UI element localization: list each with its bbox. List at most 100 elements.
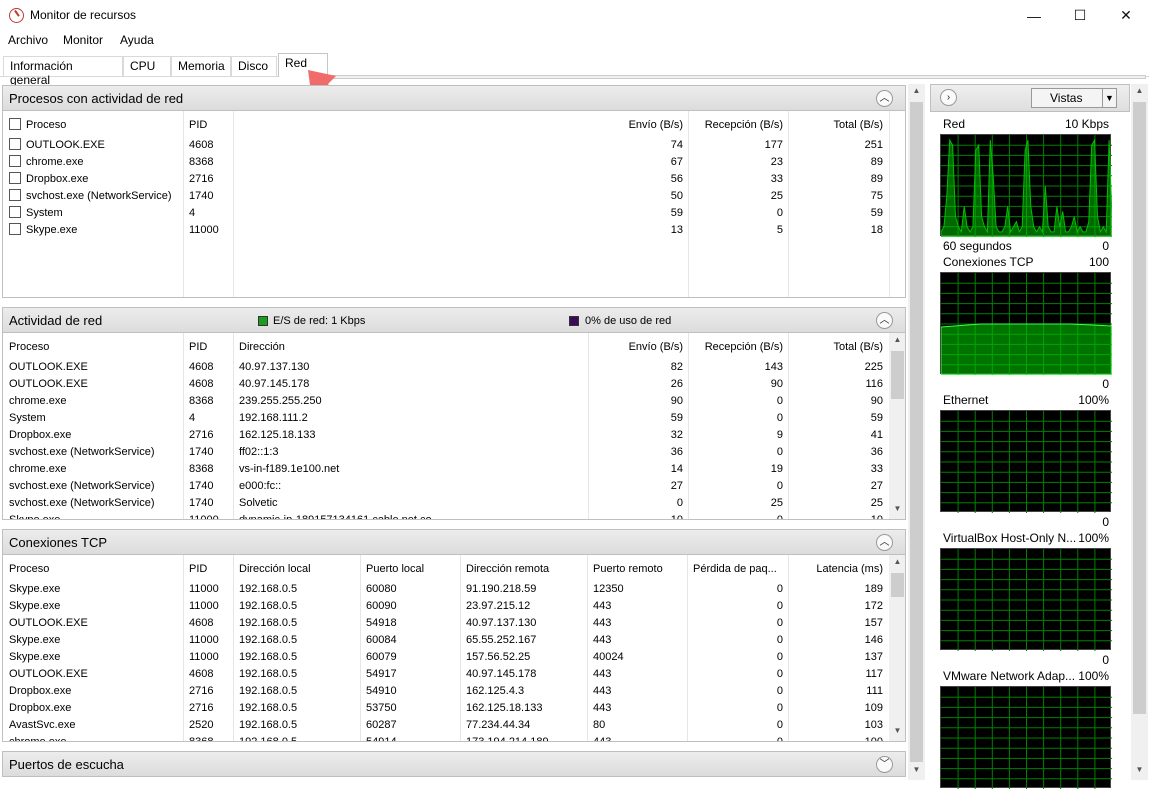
row-checkbox[interactable] <box>9 206 21 218</box>
scroll-up-icon[interactable]: ▲ <box>889 557 905 571</box>
graph-svg <box>941 687 1112 789</box>
graph-min-label: 0 <box>1102 239 1109 253</box>
col-header-envio[interactable]: Envío (B/s) <box>583 341 683 353</box>
tab-informacion-general[interactable]: Información general <box>3 56 123 87</box>
col-header-envio[interactable]: Envío (B/s) <box>583 119 683 131</box>
cell-recepcion: 23 <box>770 156 783 168</box>
col-header-proceso[interactable]: Proceso <box>9 563 49 575</box>
cell-envio: 0 <box>676 497 683 509</box>
col-header-proceso[interactable]: Proceso <box>9 341 49 353</box>
cell-proceso: chrome.exe <box>9 463 67 475</box>
cell-recepcion: 0 <box>776 514 783 520</box>
col-header-direccion-local[interactable]: Dirección local <box>239 563 311 575</box>
menu-archivo[interactable]: Archivo <box>8 33 48 47</box>
col-header-pid[interactable]: PID <box>189 341 207 353</box>
cell-direccion-remota: 91.190.218.59 <box>466 583 537 595</box>
collapse-up-icon[interactable]: ︿ <box>876 90 893 107</box>
collapse-up-icon[interactable]: ︿ <box>876 312 893 329</box>
col-header-proceso[interactable]: Proceso <box>26 119 66 131</box>
menu-ayuda[interactable]: Ayuda <box>120 33 154 47</box>
cell-total: 59 <box>870 207 883 219</box>
col-header-pid[interactable]: PID <box>189 563 207 575</box>
col-header-puerto-local[interactable]: Puerto local <box>366 563 424 575</box>
scroll-down-icon[interactable]: ▼ <box>1131 765 1148 779</box>
tab-disco[interactable]: Disco <box>231 56 277 76</box>
scroll-down-icon[interactable]: ▼ <box>889 726 905 740</box>
col-header-latencia[interactable]: Latencia (ms) <box>783 563 883 575</box>
chevron-right-icon[interactable]: › <box>940 89 957 106</box>
scroll-up-icon[interactable]: ▲ <box>1131 86 1148 100</box>
scroll-down-icon[interactable]: ▼ <box>908 765 925 779</box>
cell-perdida: 0 <box>776 719 783 731</box>
cell-perdida: 0 <box>776 685 783 697</box>
cell-proceso: Dropbox.exe <box>9 685 72 697</box>
processes-panel-header[interactable]: Procesos con actividad de red ︿ <box>2 85 906 111</box>
cell-direccion: 40.97.137.130 <box>239 361 310 373</box>
select-all-checkbox[interactable] <box>9 118 21 130</box>
col-header-perdida[interactable]: Pérdida de paq... <box>693 563 777 575</box>
maximize-button[interactable]: ☐ <box>1057 0 1103 31</box>
tab-memoria[interactable]: Memoria <box>171 56 231 76</box>
expand-down-icon[interactable]: ﹀ <box>876 756 893 773</box>
row-checkbox[interactable] <box>9 189 21 201</box>
col-header-total[interactable]: Total (B/s) <box>783 119 883 131</box>
cell-direccion: Solvetic <box>239 497 278 509</box>
sidebar-scrollbar[interactable]: ▲ ▼ <box>1131 84 1148 780</box>
tcp-scrollbar[interactable]: ▲ ▼ <box>889 555 905 741</box>
cell-pid: 2716 <box>189 429 214 441</box>
cell-proceso: System <box>9 412 46 424</box>
scroll-thumb[interactable] <box>1133 102 1146 714</box>
row-checkbox[interactable] <box>9 172 21 184</box>
dropdown-arrow-icon[interactable]: ▼ <box>1102 89 1116 107</box>
tcp-connections-series <box>941 323 1112 375</box>
scroll-thumb[interactable] <box>891 351 904 399</box>
cell-envio: 32 <box>670 429 683 441</box>
network-traffic-series <box>941 138 1112 237</box>
scroll-down-icon[interactable]: ▼ <box>889 504 905 518</box>
scroll-thumb[interactable] <box>891 573 904 597</box>
col-header-total[interactable]: Total (B/s) <box>783 341 883 353</box>
cell-recepcion: 143 <box>764 361 783 373</box>
graph-max-label: 100% <box>1078 669 1109 683</box>
cell-total: 33 <box>870 463 883 475</box>
graph-svg <box>941 273 1112 375</box>
scroll-up-icon[interactable]: ▲ <box>908 86 925 100</box>
cell-recepcion: 19 <box>770 463 783 475</box>
cell-total: 27 <box>870 480 883 492</box>
activity-scrollbar[interactable]: ▲ ▼ <box>889 333 905 519</box>
listening-panel-header[interactable]: Puertos de escucha ﹀ <box>2 751 906 777</box>
cell-total: 36 <box>870 446 883 458</box>
graph-canvas <box>940 134 1112 237</box>
cell-pid: 8368 <box>189 736 214 742</box>
views-dropdown[interactable]: Vistas ▼ <box>1031 88 1117 108</box>
col-header-recepcion[interactable]: Recepción (B/s) <box>683 119 783 131</box>
main-scrollbar[interactable]: ▲ ▼ <box>908 84 925 780</box>
cell-envio: 82 <box>670 361 683 373</box>
col-header-puerto-remoto[interactable]: Puerto remoto <box>593 563 663 575</box>
col-header-direccion-remota[interactable]: Dirección remota <box>466 563 549 575</box>
col-header-direccion[interactable]: Dirección <box>239 341 285 353</box>
cell-pid: 8368 <box>189 156 214 168</box>
graph-title: Ethernet <box>943 393 989 407</box>
graph-time-label: 60 segundos <box>943 239 1012 253</box>
tab-cpu[interactable]: CPU <box>123 56 171 76</box>
cell-proceso: OUTLOOK.EXE <box>26 139 105 151</box>
col-header-recepcion[interactable]: Recepción (B/s) <box>683 341 783 353</box>
activity-panel-header[interactable]: Actividad de red E/S de red: 1 Kbps 0% d… <box>2 307 906 333</box>
row-checkbox[interactable] <box>9 223 21 235</box>
minimize-button[interactable]: — <box>1011 0 1057 31</box>
scroll-thumb[interactable] <box>910 102 923 762</box>
menu-monitor[interactable]: Monitor <box>63 33 103 47</box>
col-header-pid[interactable]: PID <box>189 119 207 131</box>
tcp-panel-header[interactable]: Conexiones TCP ︿ <box>2 529 906 555</box>
row-checkbox[interactable] <box>9 138 21 150</box>
close-button[interactable]: ✕ <box>1103 0 1149 31</box>
row-checkbox[interactable] <box>9 155 21 167</box>
cell-proceso: svchost.exe (NetworkService) <box>9 480 155 492</box>
collapse-up-icon[interactable]: ︿ <box>876 534 893 551</box>
activity-panel-title: Actividad de red <box>9 313 103 328</box>
tcp-panel-title: Conexiones TCP <box>9 535 108 550</box>
scroll-up-icon[interactable]: ▲ <box>889 335 905 349</box>
cell-proceso: chrome.exe <box>9 395 67 407</box>
cell-proceso: Skype.exe <box>9 583 61 595</box>
